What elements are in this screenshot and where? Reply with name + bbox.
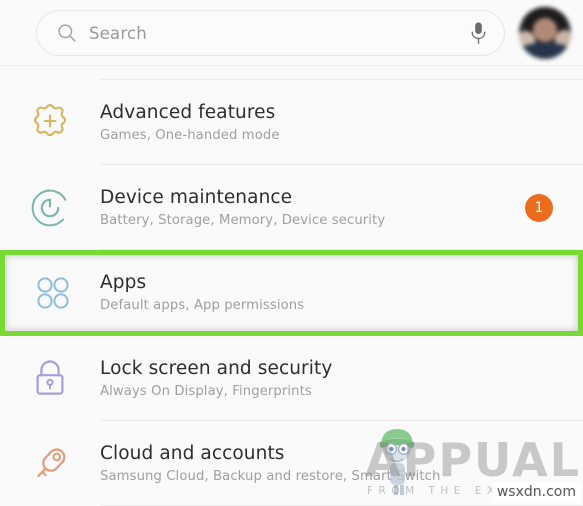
row-subtitle: Default apps, App permissions xyxy=(100,298,305,314)
refresh-circle-icon-wrap xyxy=(0,187,100,229)
settings-screen: Search Advanced features Games, One-hand… xyxy=(0,0,583,506)
avatar[interactable] xyxy=(519,7,571,59)
search-icon xyxy=(58,24,76,42)
row-title: Apps xyxy=(100,272,147,294)
row-subtitle: Games, One-handed mode xyxy=(100,127,280,143)
row-subtitle: Battery, Storage, Memory, Device securit… xyxy=(100,212,386,228)
gear-plus-icon xyxy=(34,103,66,136)
settings-row-advanced-features[interactable]: Advanced features Games, One-handed mode xyxy=(0,80,583,165)
settings-list: Advanced features Games, One-handed mode… xyxy=(0,66,583,506)
row-text: Apps Default apps, App permissions xyxy=(100,271,556,315)
padlock-icon xyxy=(36,359,64,395)
settings-row-device-maintenance[interactable]: Device maintenance Battery, Storage, Mem… xyxy=(0,165,583,250)
row-title: Device maintenance xyxy=(100,186,293,208)
row-title: Cloud and accounts xyxy=(100,442,285,464)
avatar-face xyxy=(532,18,558,43)
search-header: Search xyxy=(0,0,583,66)
row-subtitle: Always On Display, Fingerprints xyxy=(100,383,312,399)
row-text: Cloud and accounts Samsung Cloud, Backup… xyxy=(100,442,561,486)
avatar-body xyxy=(519,43,571,59)
settings-row-cloud-and-accounts[interactable]: Cloud and accounts Samsung Cloud, Backup… xyxy=(0,421,583,506)
key-icon-wrap xyxy=(0,443,100,485)
row-text: Lock screen and security Always On Displ… xyxy=(100,357,561,401)
row-text: Advanced features Games, One-handed mode xyxy=(100,101,561,145)
apps-highlight-box: Apps Default apps, App permissions xyxy=(0,250,583,336)
search-input[interactable]: Search xyxy=(36,10,505,56)
four-circles-grid-icon-wrap xyxy=(5,273,100,313)
four-circles-grid-icon xyxy=(36,277,69,309)
settings-row-apps[interactable]: Apps Default apps, App permissions xyxy=(5,255,578,331)
row-title: Advanced features xyxy=(100,101,276,123)
row-title: Lock screen and security xyxy=(100,357,333,379)
row-text: Device maintenance Battery, Storage, Mem… xyxy=(100,186,525,230)
gear-plus-icon-wrap xyxy=(0,102,100,144)
search-placeholder: Search xyxy=(89,23,147,43)
settings-row-partial-top[interactable] xyxy=(0,66,583,80)
row-subtitle: Samsung Cloud, Backup and restore, Smart… xyxy=(100,468,441,484)
padlock-icon-wrap xyxy=(0,357,100,401)
microphone-icon[interactable] xyxy=(469,21,488,45)
status-badge: 1 xyxy=(525,193,553,222)
settings-row-lock-screen-and-security[interactable]: Lock screen and security Always On Displ… xyxy=(0,336,583,421)
key-icon xyxy=(37,447,66,477)
refresh-circle-icon xyxy=(31,189,67,226)
